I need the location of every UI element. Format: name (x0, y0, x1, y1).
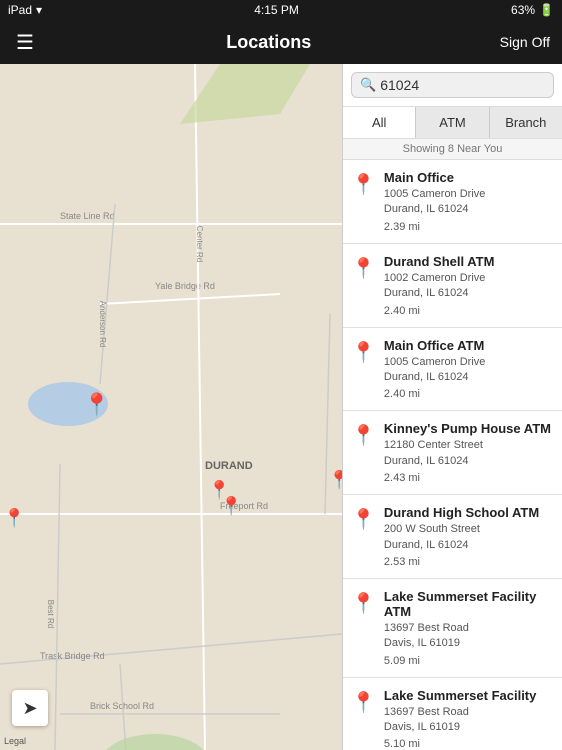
list-item[interactable]: 📍 Durand High School ATM 200 W South Str… (343, 495, 562, 579)
status-left: iPad ▾ (8, 3, 42, 17)
location-address: 13697 Best RoadDavis, IL 61019 (384, 621, 554, 652)
battery-label: 63% (511, 3, 535, 17)
location-list: 📍 Main Office 1005 Cameron DriveDurand, … (343, 160, 562, 750)
list-item[interactable]: 📍 Lake Summerset Facility 13697 Best Roa… (343, 678, 562, 750)
location-info: Durand Shell ATM 1002 Cameron DriveDuran… (384, 254, 554, 317)
pin-icon: 📍 (351, 256, 376, 281)
location-name: Durand Shell ATM (384, 254, 554, 269)
svg-text:📍: 📍 (83, 392, 110, 417)
svg-text:📍: 📍 (220, 495, 242, 516)
list-item[interactable]: 📍 Lake Summerset Facility ATM 13697 Best… (343, 579, 562, 678)
wifi-icon: ▾ (36, 3, 42, 17)
location-distance: 2.43 mi (384, 472, 554, 484)
location-distance: 2.39 mi (384, 221, 554, 233)
location-info: Durand High School ATM 200 W South Stree… (384, 505, 554, 568)
list-item[interactable]: 📍 Durand Shell ATM 1002 Cameron DriveDur… (343, 244, 562, 328)
pin-icon: 📍 (351, 423, 376, 448)
location-address: 1005 Cameron DriveDurand, IL 61024 (384, 187, 554, 218)
location-distance: 2.40 mi (384, 305, 554, 317)
location-distance: 2.53 mi (384, 556, 554, 568)
location-address: 1002 Cameron DriveDurand, IL 61024 (384, 271, 554, 302)
battery-icon: 🔋 (539, 3, 554, 17)
legal-text: Legal (4, 736, 26, 746)
location-name: Main Office ATM (384, 338, 554, 353)
location-info: Main Office 1005 Cameron DriveDurand, IL… (384, 170, 554, 233)
svg-text:DURAND: DURAND (205, 460, 253, 472)
pin-icon: 📍 (351, 172, 376, 197)
menu-button[interactable]: ☰ (12, 26, 38, 59)
svg-text:Trask Bridge Rd: Trask Bridge Rd (40, 651, 105, 661)
location-name: Durand High School ATM (384, 505, 554, 520)
status-right: 63% 🔋 (511, 3, 554, 17)
location-address: 12180 Center StreetDurand, IL 61024 (384, 438, 554, 469)
svg-text:Best Rd: Best Rd (46, 600, 55, 628)
search-icon: 🔍 (360, 77, 376, 93)
location-distance: 2.40 mi (384, 388, 554, 400)
device-label: iPad (8, 3, 32, 17)
list-item[interactable]: 📍 Main Office 1005 Cameron DriveDurand, … (343, 160, 562, 244)
filter-branch-button[interactable]: Branch (490, 107, 562, 138)
right-panel: 🔍 All ATM Branch Showing 8 Near You 📍 Ma… (342, 64, 562, 750)
filter-row: All ATM Branch (343, 107, 562, 139)
location-info: Lake Summerset Facility 13697 Best RoadD… (384, 688, 554, 750)
pin-icon: 📍 (351, 507, 376, 532)
pin-icon: 📍 (351, 591, 376, 616)
location-info: Main Office ATM 1005 Cameron DriveDurand… (384, 338, 554, 401)
location-distance: 5.09 mi (384, 655, 554, 667)
main-content: State Line Rd Yale Bridge Rd Center Rd A… (0, 64, 562, 750)
pin-icon: 📍 (351, 690, 376, 715)
location-info: Lake Summerset Facility ATM 13697 Best R… (384, 589, 554, 667)
status-bar: iPad ▾ 4:15 PM 63% 🔋 (0, 0, 562, 20)
page-title: Locations (226, 32, 311, 53)
svg-text:Anderson Rd: Anderson Rd (98, 301, 107, 348)
current-location-button[interactable]: ➤ (12, 690, 48, 726)
location-name: Main Office (384, 170, 554, 185)
location-name: Lake Summerset Facility (384, 688, 554, 703)
location-address: 13697 Best RoadDavis, IL 61019 (384, 705, 554, 736)
status-time: 4:15 PM (254, 3, 299, 17)
filter-atm-button[interactable]: ATM (416, 107, 489, 138)
search-input[interactable] (380, 77, 545, 93)
list-item[interactable]: 📍 Kinney's Pump House ATM 12180 Center S… (343, 411, 562, 495)
location-address: 1005 Cameron DriveDurand, IL 61024 (384, 355, 554, 386)
svg-text:📍: 📍 (3, 507, 25, 528)
location-arrow-icon: ➤ (22, 698, 37, 719)
location-address: 200 W South StreetDurand, IL 61024 (384, 522, 554, 553)
map-svg: State Line Rd Yale Bridge Rd Center Rd A… (0, 64, 342, 750)
svg-text:Yale Bridge Rd: Yale Bridge Rd (155, 281, 215, 291)
pin-icon: 📍 (351, 340, 376, 365)
nav-bar: ☰ Locations Sign Off (0, 20, 562, 64)
sign-on-button[interactable]: Sign Off (500, 34, 550, 50)
location-name: Lake Summerset Facility ATM (384, 589, 554, 619)
search-bar: 🔍 (343, 64, 562, 107)
map-area: State Line Rd Yale Bridge Rd Center Rd A… (0, 64, 342, 750)
svg-text:State Line Rd: State Line Rd (60, 211, 115, 221)
svg-text:📍: 📍 (328, 469, 342, 490)
search-input-wrap: 🔍 (351, 72, 554, 98)
showing-label: Showing 8 Near You (343, 139, 562, 160)
location-info: Kinney's Pump House ATM 12180 Center Str… (384, 421, 554, 484)
list-item[interactable]: 📍 Main Office ATM 1005 Cameron DriveDura… (343, 328, 562, 412)
svg-text:Center Rd: Center Rd (195, 226, 204, 262)
location-name: Kinney's Pump House ATM (384, 421, 554, 436)
filter-all-button[interactable]: All (343, 107, 416, 138)
location-distance: 5.10 mi (384, 738, 554, 750)
